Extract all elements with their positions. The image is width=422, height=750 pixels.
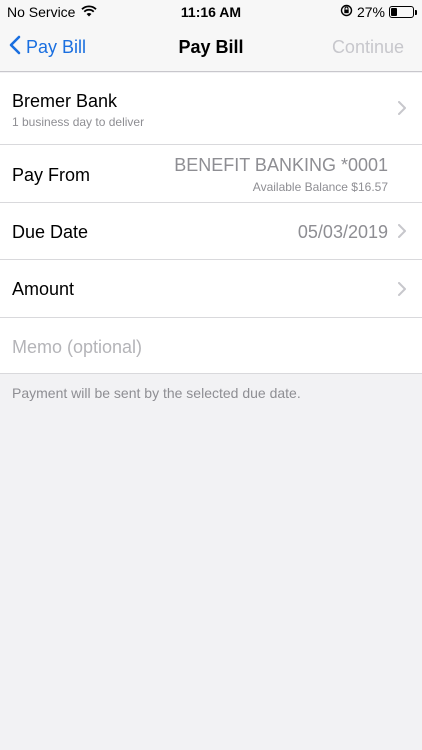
pay-from-row[interactable]: Pay From BENEFIT BANKING *0001 Available… (0, 145, 422, 203)
pay-bill-form: Bremer Bank 1 business day to deliver Pa… (0, 73, 422, 374)
chevron-right-icon (398, 101, 406, 120)
amount-label: Amount (12, 279, 75, 299)
memo-row (0, 318, 422, 374)
due-date-label: Due Date (12, 222, 89, 242)
continue-button[interactable]: Continue (332, 37, 404, 58)
status-bar: No Service 11:16 AM 27% (0, 0, 422, 24)
orientation-lock-icon (340, 4, 353, 20)
payee-row[interactable]: Bremer Bank 1 business day to deliver (0, 73, 422, 145)
pay-from-account: BENEFIT BANKING *0001 (174, 155, 388, 175)
payee-name: Bremer Bank (12, 91, 118, 111)
due-date-row[interactable]: Due Date 05/03/2019 (0, 203, 422, 260)
available-balance: Available Balance $16.57 (252, 180, 388, 194)
status-right: 27% (340, 4, 417, 20)
battery-fill (391, 8, 397, 16)
amount-row[interactable]: Amount (0, 260, 422, 318)
memo-input[interactable] (12, 335, 402, 359)
payee-delivery-time: 1 business day to deliver (12, 115, 145, 129)
payment-footnote: Payment will be sent by the selected due… (12, 385, 301, 401)
pay-from-label: Pay From (12, 165, 91, 185)
battery-icon (389, 6, 417, 18)
battery-percentage: 27% (356, 4, 385, 20)
navigation-bar: Pay Bill Pay Bill Continue (0, 24, 422, 72)
due-date-value: 05/03/2019 (297, 222, 388, 242)
chevron-right-icon (398, 282, 406, 301)
chevron-right-icon (398, 224, 406, 243)
